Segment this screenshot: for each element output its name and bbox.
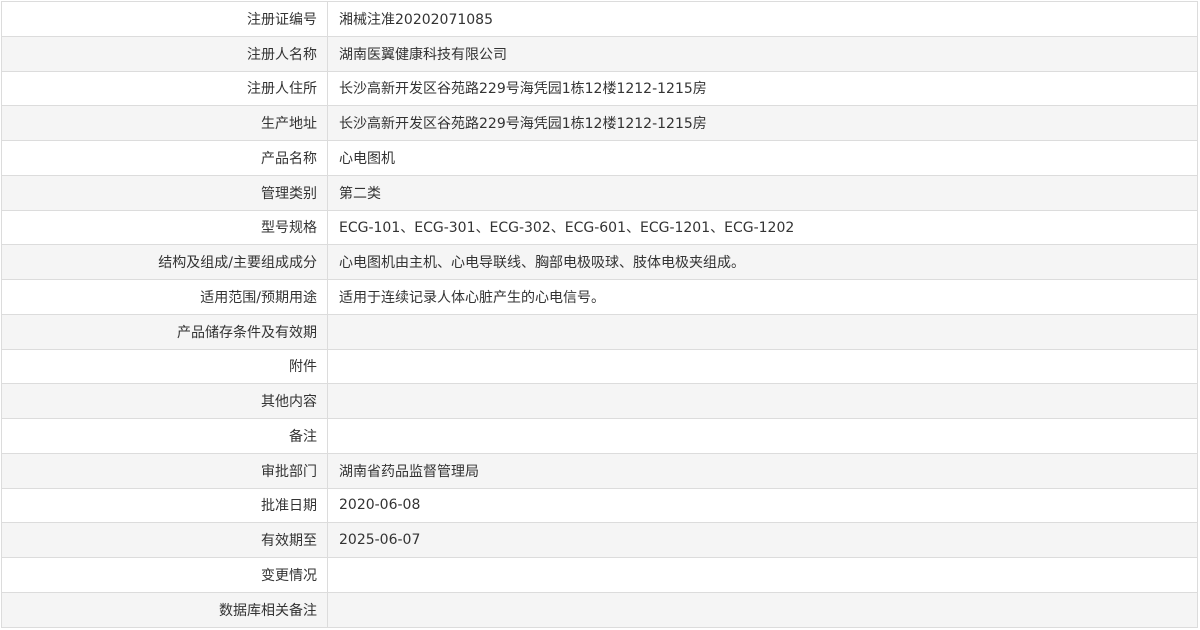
field-label: 批准日期 xyxy=(1,487,328,524)
field-value: 2020-06-08 xyxy=(327,487,1198,524)
row-database-notes: 数据库相关备注 xyxy=(1,591,1198,628)
row-other-content: 其他内容 xyxy=(1,383,1198,419)
row-registrant-address: 注册人住所 长沙高新开发区谷苑路229号海凭园1栋12楼1212-1215房 xyxy=(1,70,1198,107)
field-label: 数据库相关备注 xyxy=(1,591,328,628)
field-label: 注册人名称 xyxy=(1,35,328,72)
row-product-name: 产品名称 心电图机 xyxy=(1,140,1198,176)
field-value xyxy=(327,557,1198,593)
field-label: 产品名称 xyxy=(1,140,328,176)
field-label: 产品储存条件及有效期 xyxy=(1,313,328,350)
row-valid-until: 有效期至 2025-06-07 xyxy=(1,522,1198,558)
row-production-address: 生产地址 长沙高新开发区谷苑路229号海凭园1栋12楼1212-1215房 xyxy=(1,105,1198,141)
field-value xyxy=(327,418,1198,454)
row-approval-date: 批准日期 2020-06-08 xyxy=(1,487,1198,524)
field-label: 其他内容 xyxy=(1,383,328,419)
field-value: ECG-101、ECG-301、ECG-302、ECG-601、ECG-1201… xyxy=(327,209,1198,246)
field-label: 适用范围/预期用途 xyxy=(1,279,328,315)
field-value: 长沙高新开发区谷苑路229号海凭园1栋12楼1212-1215房 xyxy=(327,105,1198,141)
field-label: 型号规格 xyxy=(1,209,328,246)
row-approval-department: 审批部门 湖南省药品监督管理局 xyxy=(1,452,1198,489)
field-value xyxy=(327,383,1198,419)
row-registrant-name: 注册人名称 湖南医翼健康科技有限公司 xyxy=(1,35,1198,72)
row-registration-number: 注册证编号 湘械注准20202071085 xyxy=(1,1,1198,37)
field-value: 心电图机由主机、心电导联线、胸部电极吸球、肢体电极夹组成。 xyxy=(327,244,1198,280)
row-structure-composition: 结构及组成/主要组成成分 心电图机由主机、心电导联线、胸部电极吸球、肢体电极夹组… xyxy=(1,244,1198,280)
field-label: 注册人住所 xyxy=(1,70,328,107)
field-value xyxy=(327,313,1198,350)
field-label: 生产地址 xyxy=(1,105,328,141)
field-value xyxy=(327,348,1198,385)
field-value: 第二类 xyxy=(327,174,1198,211)
field-value: 长沙高新开发区谷苑路229号海凭园1栋12楼1212-1215房 xyxy=(327,70,1198,107)
row-management-class: 管理类别 第二类 xyxy=(1,174,1198,211)
field-value: 湖南省药品监督管理局 xyxy=(327,452,1198,489)
field-value: 心电图机 xyxy=(327,140,1198,176)
field-label: 变更情况 xyxy=(1,557,328,593)
row-intended-use: 适用范围/预期用途 适用于连续记录人体心脏产生的心电信号。 xyxy=(1,279,1198,315)
field-value: 2025-06-07 xyxy=(327,522,1198,558)
field-label: 附件 xyxy=(1,348,328,385)
field-value: 湘械注准20202071085 xyxy=(327,1,1198,37)
row-remarks: 备注 xyxy=(1,418,1198,454)
row-attachments: 附件 xyxy=(1,348,1198,385)
field-label: 管理类别 xyxy=(1,174,328,211)
field-label: 审批部门 xyxy=(1,452,328,489)
field-label: 注册证编号 xyxy=(1,1,328,37)
row-change-history: 变更情况 xyxy=(1,557,1198,593)
row-model-spec: 型号规格 ECG-101、ECG-301、ECG-302、ECG-601、ECG… xyxy=(1,209,1198,246)
row-storage-validity: 产品储存条件及有效期 xyxy=(1,313,1198,350)
field-label: 有效期至 xyxy=(1,522,328,558)
field-label: 结构及组成/主要组成成分 xyxy=(1,244,328,280)
field-label: 备注 xyxy=(1,418,328,454)
registration-detail-table: 注册证编号 湘械注准20202071085 注册人名称 湖南医翼健康科技有限公司… xyxy=(1,1,1198,628)
field-value xyxy=(327,591,1198,628)
field-value: 适用于连续记录人体心脏产生的心电信号。 xyxy=(327,279,1198,315)
field-value: 湖南医翼健康科技有限公司 xyxy=(327,35,1198,72)
